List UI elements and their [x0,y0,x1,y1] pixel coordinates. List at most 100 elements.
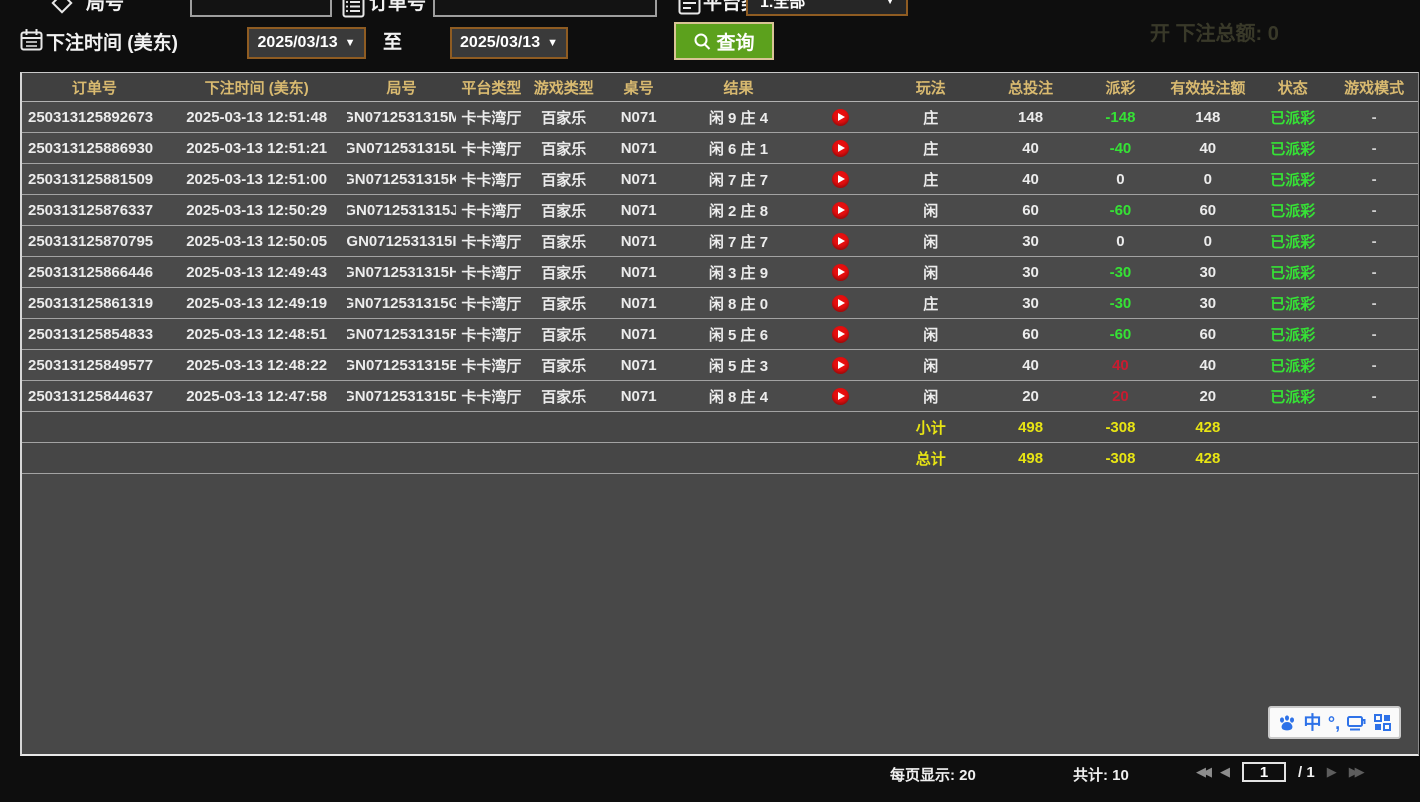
cell-result: 闲 7 庄 7 [676,164,801,194]
cell-game: 百家乐 [526,381,601,411]
cell-time: 2025-03-13 12:49:19 [167,288,347,318]
ime-chinese-mode-button[interactable]: 中 [1304,714,1322,732]
cell-platform: 卡卡湾厅 [456,381,526,411]
cell-status: 已派彩 [1255,164,1330,194]
search-button[interactable]: 查询 [674,22,774,60]
page-size-text: 每页显示: 20 [890,764,976,785]
cell-order: 250313125881509 [22,164,167,194]
cell-order: 250313125870795 [22,226,167,256]
date-to-picker[interactable]: 2025/03/13 ▼ [450,27,568,59]
first-page-button[interactable]: ◀◀ [1196,764,1208,780]
cell-status: 已派彩 [1255,319,1330,349]
video-replay-icon[interactable] [832,326,849,343]
cell-round: GN0712531315L [347,133,457,163]
total-row-payout: -308 [1081,443,1161,473]
last-page-button[interactable]: ▶▶ [1349,764,1361,780]
cell-time: 2025-03-13 12:51:00 [167,164,347,194]
cell-game: 百家乐 [526,288,601,318]
cell-play: 闲 [881,257,981,287]
background-bet-total-text: 开 下注总额: 0 [1150,17,1279,46]
replay-cell [801,133,881,163]
ime-logo-paw-icon[interactable] [1277,713,1297,733]
cell-platform: 卡卡湾厅 [456,226,526,256]
cell-time: 2025-03-13 12:49:43 [167,257,347,287]
date-from-picker[interactable]: 2025/03/13 ▼ [247,27,366,59]
pagination-controls: ◀◀ ◀ 1 / 1 ▶ ▶▶ [1196,762,1361,782]
order-number-input[interactable] [433,0,657,17]
ime-tools-grid-icon[interactable] [1373,713,1392,732]
cell-platform: 卡卡湾厅 [456,164,526,194]
cell-status: 已派彩 [1255,288,1330,318]
cell-bet: 30 [981,288,1081,318]
video-replay-icon[interactable] [832,171,849,188]
subtotal-row-payout: -308 [1081,412,1161,442]
cell-game: 百家乐 [526,226,601,256]
ime-soft-keyboard-icon[interactable] [1346,714,1366,732]
table-row: 2503131258446372025-03-13 12:47:58GN0712… [22,381,1418,412]
ime-punctuation-button[interactable]: °, [1328,714,1340,732]
total-row-icon [801,443,881,473]
column-header [801,73,881,101]
cell-payout: -148 [1081,102,1161,132]
cell-play: 闲 [881,381,981,411]
video-replay-icon[interactable] [832,202,849,219]
table-row: 2503131258926732025-03-13 12:51:48GN0712… [22,102,1418,133]
search-button-label: 查询 [716,28,754,55]
total-row-time [167,443,347,473]
page-number-input[interactable]: 1 [1242,762,1286,782]
cell-bet: 60 [981,319,1081,349]
cell-mode: - [1330,319,1418,349]
cell-game: 百家乐 [526,133,601,163]
round-number-input[interactable] [190,0,332,17]
cell-result: 闲 5 庄 3 [676,350,801,380]
replay-cell [801,257,881,287]
video-replay-icon[interactable] [832,388,849,405]
cell-play: 闲 [881,195,981,225]
diamond-icon [49,0,75,16]
cell-mode: - [1330,226,1418,256]
cell-valid: 148 [1160,102,1255,132]
video-replay-icon[interactable] [832,140,849,157]
play-triangle [838,113,845,121]
cell-mode: - [1330,195,1418,225]
column-header: 游戏类型 [526,73,601,101]
replay-cell [801,102,881,132]
video-replay-icon[interactable] [832,109,849,126]
video-replay-icon[interactable] [832,295,849,312]
cell-table_no: N071 [601,195,676,225]
play-triangle [838,392,845,400]
cell-mode: - [1330,164,1418,194]
play-triangle [838,361,845,369]
cell-round: GN0712531315F [347,319,457,349]
cell-time: 2025-03-13 12:51:48 [167,102,347,132]
previous-page-button[interactable]: ◀ [1220,764,1230,780]
subtotal-row-icon [801,412,881,442]
cell-valid: 30 [1160,288,1255,318]
next-page-button[interactable]: ▶ [1327,764,1337,780]
video-replay-icon[interactable] [832,357,849,374]
cell-result: 闲 7 庄 7 [676,226,801,256]
table-row: 2503131258815092025-03-13 12:51:00GN0712… [22,164,1418,195]
video-replay-icon[interactable] [832,264,849,281]
cell-time: 2025-03-13 12:50:29 [167,195,347,225]
cell-order: 250313125886930 [22,133,167,163]
cell-order: 250313125866446 [22,257,167,287]
cell-valid: 40 [1160,350,1255,380]
video-replay-icon[interactable] [832,233,849,250]
cell-time: 2025-03-13 12:48:22 [167,350,347,380]
total-row-play: 总计 [881,443,981,473]
cell-order: 250313125849577 [22,350,167,380]
total-row-status [1255,443,1330,473]
play-triangle [838,299,845,307]
cell-valid: 60 [1160,319,1255,349]
column-header: 桌号 [601,73,676,101]
total-row-platform [456,443,526,473]
platform-type-select[interactable]: 1.全部 ▼ [746,0,908,16]
search-icon [693,32,712,51]
cell-play: 庄 [881,288,981,318]
column-header: 有效投注额 [1160,73,1255,101]
cell-status: 已派彩 [1255,350,1330,380]
cell-valid: 40 [1160,133,1255,163]
cell-result: 闲 9 庄 4 [676,102,801,132]
cell-valid: 60 [1160,195,1255,225]
